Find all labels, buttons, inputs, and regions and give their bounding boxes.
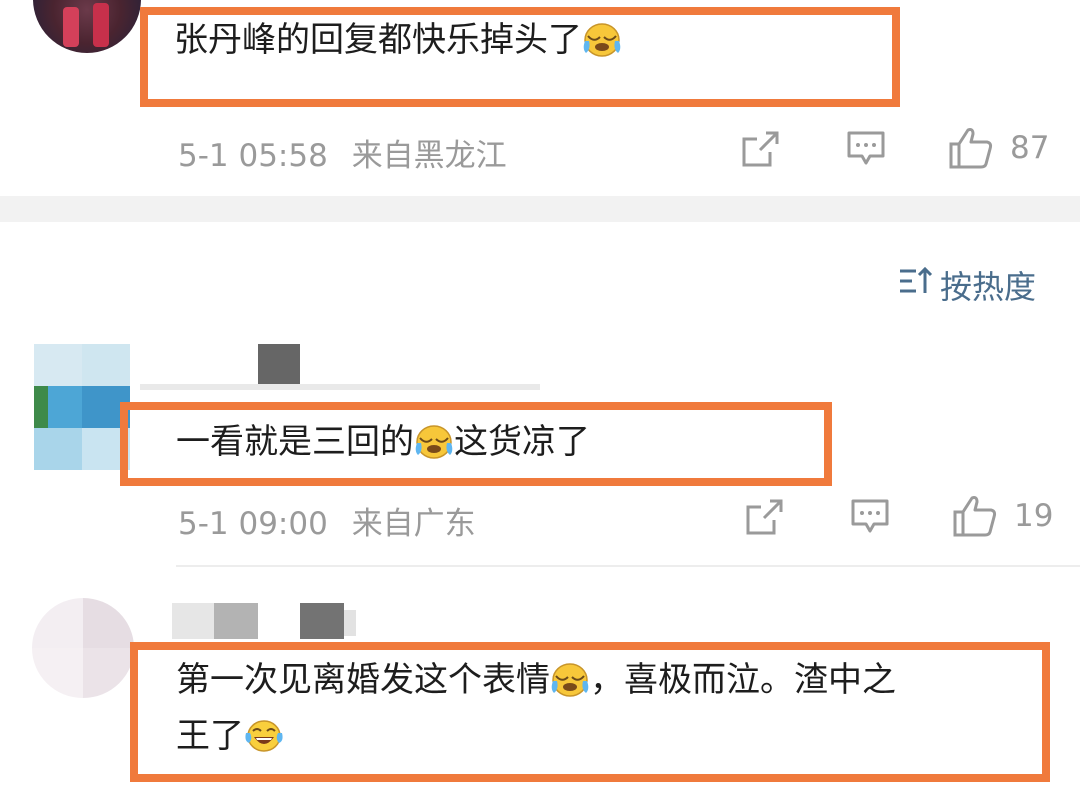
avatar[interactable]: [33, 0, 141, 53]
highlight-frame: [120, 402, 832, 486]
comment-divider: [176, 565, 1080, 567]
section-divider: [0, 196, 1080, 222]
censor-block: [258, 344, 300, 386]
comment-location: 来自黑龙江: [351, 138, 507, 174]
like-count: 19: [1014, 498, 1054, 534]
comment-meta: 5-1 05:58 来自黑龙江: [178, 130, 507, 175]
censor-block: [300, 603, 344, 639]
like-icon[interactable]: [948, 126, 994, 170]
highlight-frame: [130, 642, 1050, 782]
like-icon[interactable]: [952, 494, 998, 538]
comment-icon[interactable]: [850, 498, 890, 536]
avatar[interactable]: [34, 344, 130, 470]
share-icon[interactable]: [744, 498, 784, 536]
comment-location: 来自广东: [351, 506, 476, 542]
comment-meta: 5-1 09:00 来自广东: [178, 498, 476, 543]
sort-label: 按热度: [940, 268, 1037, 306]
censor-block: [214, 603, 258, 639]
censor-block: [172, 603, 214, 639]
censor-block: [344, 610, 356, 636]
sort-toggle[interactable]: 按热度: [898, 262, 1036, 308]
highlight-frame: [140, 7, 900, 107]
like-count: 87: [1010, 130, 1050, 166]
censor-block: [140, 384, 540, 390]
comment-time: 5-1 09:00: [178, 506, 328, 542]
avatar[interactable]: [32, 598, 134, 698]
comment-icon[interactable]: [846, 130, 886, 168]
share-icon[interactable]: [740, 130, 780, 168]
comment-time: 5-1 05:58: [178, 138, 328, 174]
sort-icon: [898, 265, 934, 305]
